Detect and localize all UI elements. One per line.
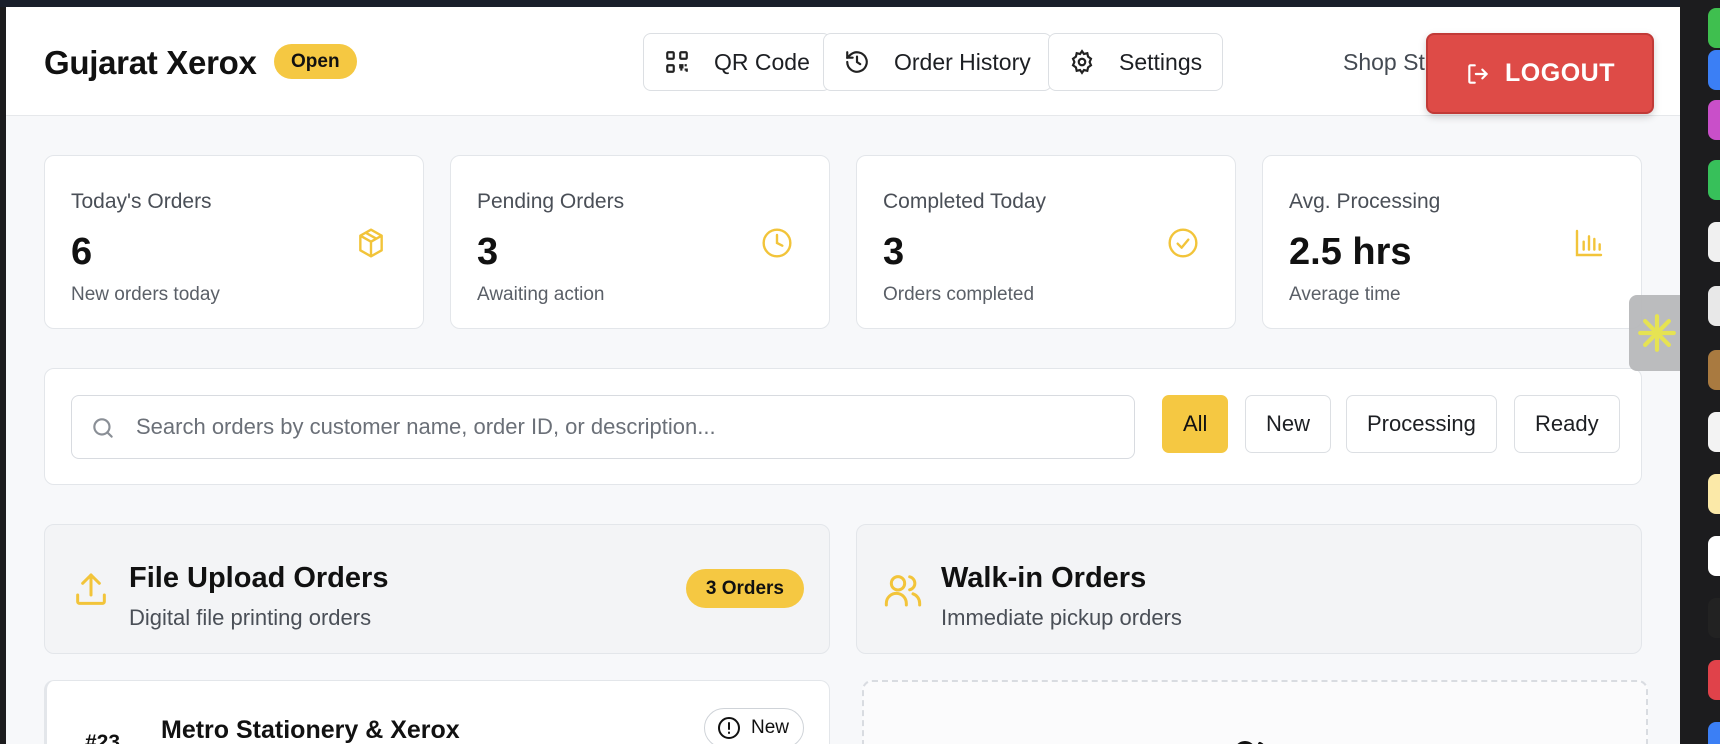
order-card[interactable]: #23 Metro Stationery & Xerox New — [44, 680, 830, 744]
stat-sub: Awaiting action — [477, 284, 605, 305]
logout-label: LOGOUT — [1505, 59, 1615, 87]
search-filter-panel: All New Processing Ready — [44, 368, 1642, 485]
dock-app-icon[interactable] — [1708, 222, 1720, 262]
floating-assistant-widget[interactable] — [1629, 295, 1680, 371]
stat-value: 6 — [71, 231, 93, 273]
app-window: Gujarat Xerox Open QR Code Order History — [6, 7, 1680, 744]
dock-app-icon[interactable] — [1708, 598, 1720, 638]
settings-label: Settings — [1119, 48, 1203, 75]
top-header: Gujarat Xerox Open QR Code Order History — [6, 7, 1680, 116]
clock-icon — [761, 227, 793, 259]
dock-app-icon[interactable] — [1708, 350, 1720, 390]
stat-sub: Average time — [1289, 284, 1401, 305]
walk-in-empty-state — [862, 680, 1648, 744]
stat-label: Avg. Processing — [1289, 190, 1441, 213]
filter-ready[interactable]: Ready — [1514, 395, 1620, 453]
search-box[interactable] — [71, 395, 1135, 459]
upload-icon — [71, 570, 111, 610]
dock-app-icon[interactable] — [1708, 286, 1720, 326]
dock-app-icon[interactable] — [1708, 474, 1720, 514]
orders-count-badge: 3 Orders — [685, 569, 804, 608]
logout-button[interactable]: LOGOUT — [1426, 33, 1654, 114]
stat-card-todays-orders: Today's Orders 6 New orders today — [44, 155, 424, 329]
alert-circle-icon — [717, 716, 741, 740]
stat-sub: New orders today — [71, 284, 220, 305]
sparkle-icon — [1638, 314, 1676, 352]
box-icon — [355, 227, 387, 259]
settings-button[interactable]: Settings — [1048, 33, 1224, 91]
users-icon — [883, 570, 923, 610]
section-title: File Upload Orders — [129, 562, 389, 594]
dock-app-icon[interactable] — [1708, 412, 1720, 452]
stat-card-avg-processing: Avg. Processing 2.5 hrs Average time — [1262, 155, 1642, 329]
stat-label: Today's Orders — [71, 190, 212, 213]
stat-card-pending-orders: Pending Orders 3 Awaiting action — [450, 155, 830, 329]
window-top-edge — [0, 0, 1680, 7]
dock-app-icon[interactable] — [1708, 722, 1720, 744]
shop-name: Gujarat Xerox — [44, 44, 257, 81]
order-customer-name: Metro Stationery & Xerox — [161, 716, 460, 744]
order-history-button[interactable]: Order History — [823, 33, 1052, 91]
filter-processing[interactable]: Processing — [1346, 395, 1497, 453]
logout-icon — [1465, 61, 1491, 87]
bar-chart-icon — [1573, 227, 1605, 259]
shop-status-toggle-label[interactable]: Shop St — [1343, 49, 1425, 76]
users-empty-icon — [1230, 738, 1280, 744]
order-id: #23 — [85, 731, 121, 744]
walk-in-orders-header: Walk-in Orders Immediate pickup orders — [856, 524, 1642, 654]
section-title: Walk-in Orders — [941, 562, 1147, 594]
order-status-badge: New — [703, 708, 804, 744]
stat-value: 2.5 hrs — [1289, 231, 1412, 273]
dock-app-icon[interactable] — [1708, 660, 1720, 700]
dock-app-icon[interactable] — [1708, 50, 1720, 90]
shop-open-badge: Open — [274, 44, 357, 79]
dock-app-icon[interactable] — [1708, 160, 1720, 200]
dock-app-icon[interactable] — [1708, 8, 1720, 48]
filter-all[interactable]: All — [1162, 395, 1229, 453]
order-history-label: Order History — [894, 48, 1031, 75]
qr-code-icon — [664, 49, 690, 75]
filter-new[interactable]: New — [1245, 395, 1332, 453]
qr-code-button[interactable]: QR Code — [643, 33, 831, 91]
stat-label: Completed Today — [883, 190, 1047, 213]
stat-value: 3 — [477, 231, 499, 273]
dock-app-icon[interactable] — [1708, 100, 1720, 140]
order-status-label: New — [750, 717, 789, 738]
stat-card-completed-today: Completed Today 3 Orders completed — [856, 155, 1236, 329]
file-upload-orders-header: File Upload Orders Digital file printing… — [44, 524, 830, 654]
section-description: Immediate pickup orders — [941, 605, 1182, 630]
search-input[interactable] — [136, 396, 1116, 458]
history-icon — [844, 49, 870, 75]
qr-code-label: QR Code — [714, 48, 810, 75]
dock-app-icon[interactable] — [1708, 536, 1720, 576]
stat-value: 3 — [883, 231, 905, 273]
section-description: Digital file printing orders — [129, 605, 372, 630]
gear-icon — [1069, 49, 1095, 75]
check-circle-icon — [1167, 227, 1199, 259]
search-icon — [90, 415, 116, 441]
stat-label: Pending Orders — [477, 190, 625, 213]
stat-sub: Orders completed — [883, 284, 1035, 305]
